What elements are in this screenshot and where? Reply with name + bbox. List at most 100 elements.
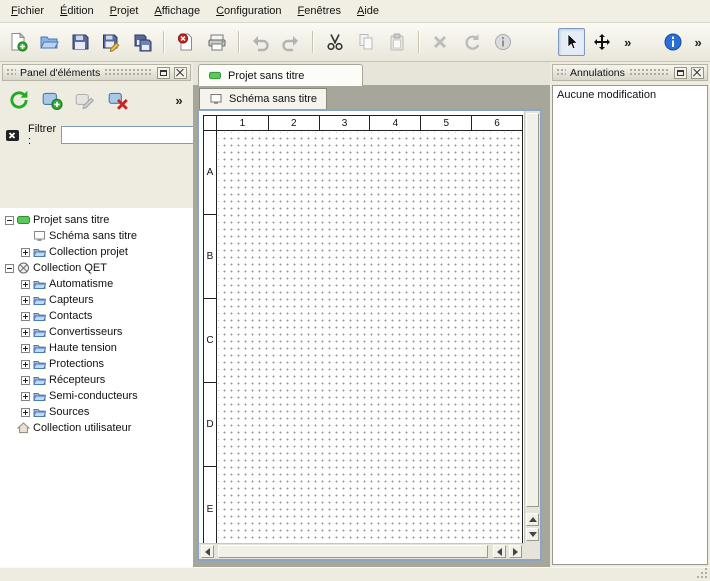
filter-input[interactable] [61, 126, 211, 144]
toolbar-separator [312, 31, 314, 53]
menu-fichier[interactable]: Fichier [3, 2, 52, 20]
tree-item-collection-projet[interactable]: Collection projet [0, 244, 193, 260]
scroll-right-button[interactable] [509, 545, 522, 558]
tree-item-label: Haute tension [49, 342, 117, 354]
panel-overflow-button[interactable]: » [171, 93, 187, 108]
save-all-button[interactable] [129, 28, 156, 56]
tree-item-protections[interactable]: Protections [0, 356, 193, 372]
scroll-left-button-2[interactable] [493, 545, 506, 558]
undo-button[interactable] [247, 28, 274, 56]
row-ruler: A B C D E [204, 116, 217, 543]
new-element-button[interactable] [39, 87, 65, 113]
pointer-tool-button[interactable] [558, 28, 585, 56]
scroll-down-button[interactable] [526, 528, 539, 541]
clear-filter-button[interactable] [5, 125, 23, 145]
expand-icon[interactable] [21, 392, 30, 401]
tree-item-sources[interactable]: Sources [0, 404, 193, 420]
pointer-icon [561, 32, 581, 52]
tree-item-recepteurs[interactable]: Récepteurs [0, 372, 193, 388]
tree-item-automatisme[interactable]: Automatisme [0, 276, 193, 292]
close-file-button[interactable] [172, 28, 199, 56]
print-button[interactable] [203, 28, 230, 56]
dock-grip [6, 68, 16, 77]
collapse-icon[interactable] [5, 216, 14, 225]
tree-item-haute-tension[interactable]: Haute tension [0, 340, 193, 356]
menu-projet[interactable]: Projet [102, 2, 147, 20]
project-tab[interactable]: Projet sans titre [198, 64, 363, 86]
expand-icon[interactable] [21, 360, 30, 369]
element-info-button[interactable] [489, 28, 516, 56]
horizontal-scrollbar-thumb[interactable] [218, 545, 488, 558]
undo-history-item[interactable]: Aucune modification [553, 86, 707, 104]
dock-float-button[interactable] [157, 67, 170, 79]
expand-icon[interactable] [21, 296, 30, 305]
element-info-icon [493, 32, 513, 52]
tree-item-schema[interactable]: Schéma sans titre [0, 228, 193, 244]
folder-icon [33, 390, 46, 402]
tools-overflow-button[interactable]: » [620, 28, 636, 56]
dock-grip [556, 68, 566, 77]
menu-edition[interactable]: Édition [52, 2, 102, 20]
scroll-up-button[interactable] [526, 513, 539, 526]
edit-element-button[interactable] [72, 87, 98, 113]
tree-item-label: Collection projet [49, 246, 128, 258]
diagram-viewport: A B C D E 1 2 3 4 5 6 [199, 111, 524, 543]
redo-button[interactable] [278, 28, 305, 56]
qet-collection-icon [17, 262, 30, 274]
folder-icon [33, 358, 46, 370]
tree-item-project[interactable]: Projet sans titre [0, 212, 193, 228]
filter-row: Filtrer : [0, 123, 193, 147]
menu-aide[interactable]: Aide [349, 2, 387, 20]
new-file-button[interactable] [4, 28, 31, 56]
expand-icon[interactable] [21, 376, 30, 385]
menu-fenetres[interactable]: Fenêtres [290, 2, 349, 20]
help-info-button[interactable] [659, 28, 686, 56]
menu-affichage[interactable]: Affichage [146, 2, 208, 20]
vertical-scrollbar-thumb[interactable] [526, 113, 539, 507]
toolbar-overflow-button[interactable]: » [690, 28, 706, 56]
tree-item-semi-conducteurs[interactable]: Semi-conducteurs [0, 388, 193, 404]
paste-button[interactable] [384, 28, 411, 56]
delete-button[interactable] [427, 28, 454, 56]
copy-button[interactable] [352, 28, 379, 56]
diagram-tab[interactable]: Schéma sans titre [199, 88, 327, 109]
dock-float-button[interactable] [674, 67, 687, 79]
menu-configuration[interactable]: Configuration [208, 2, 289, 20]
tree-item-convertisseurs[interactable]: Convertisseurs [0, 324, 193, 340]
scroll-left-button[interactable] [201, 545, 214, 558]
open-file-button[interactable] [35, 28, 62, 56]
move-tool-button[interactable] [589, 28, 616, 56]
close-file-icon [176, 32, 196, 52]
expand-icon[interactable] [21, 408, 30, 417]
save-button[interactable] [66, 28, 93, 56]
tree-item-collection-qet[interactable]: Collection QET [0, 260, 193, 276]
mdi-area: Schéma sans titre A B C D E [193, 86, 550, 567]
rotate-button[interactable] [458, 28, 485, 56]
cut-button[interactable] [321, 28, 348, 56]
tree-item-collection-utilisateur[interactable]: Collection utilisateur [0, 420, 193, 436]
folder-icon [33, 342, 46, 354]
column-label: 4 [369, 116, 420, 130]
expand-icon[interactable] [21, 248, 30, 257]
delete-element-button[interactable] [105, 87, 131, 113]
expand-icon[interactable] [21, 280, 30, 289]
save-as-button[interactable] [98, 28, 125, 56]
tree-item-capteurs[interactable]: Capteurs [0, 292, 193, 308]
dock-close-button[interactable] [691, 67, 704, 79]
diagram-tab-label: Schéma sans titre [229, 93, 317, 105]
expand-icon[interactable] [21, 312, 30, 321]
main-toolbar: » » [0, 23, 710, 62]
reload-collections-button[interactable] [6, 87, 32, 113]
expand-icon[interactable] [21, 328, 30, 337]
collapse-icon[interactable] [5, 264, 14, 273]
undo-history-list: Aucune modification [552, 85, 708, 565]
folder-icon [33, 310, 46, 322]
diagram-canvas[interactable] [218, 132, 522, 543]
expand-icon[interactable] [21, 344, 30, 353]
tree-item-contacts[interactable]: Contacts [0, 308, 193, 324]
elements-tree: Projet sans titre Schéma sans titre Coll… [0, 208, 193, 567]
resize-grip[interactable] [698, 569, 707, 578]
tree-item-label: Sources [49, 406, 89, 418]
schema-icon [33, 230, 46, 242]
dock-close-button[interactable] [174, 67, 187, 79]
